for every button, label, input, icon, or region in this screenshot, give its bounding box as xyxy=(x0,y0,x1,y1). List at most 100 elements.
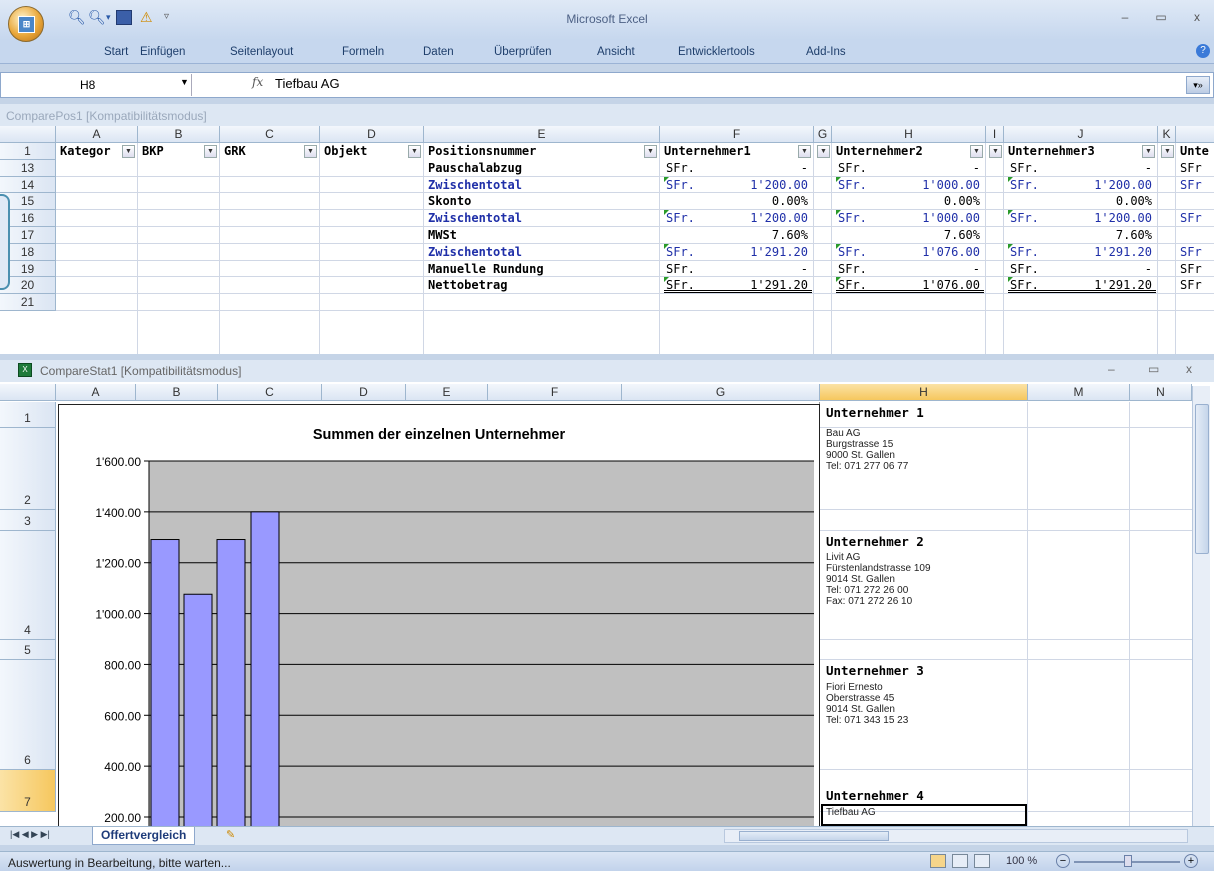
contractor-heading[interactable]: Unternehmer 3 xyxy=(826,663,924,678)
zoom-in-button[interactable]: + xyxy=(1184,854,1198,868)
currency-cell-k[interactable]: SFr xyxy=(1180,211,1202,225)
amount-cell[interactable]: - xyxy=(694,262,808,276)
amount-cell[interactable]: 1'291.20 xyxy=(1038,245,1152,259)
column-header-C[interactable]: C xyxy=(218,384,322,401)
column-header-A[interactable]: A xyxy=(56,384,136,401)
column-header-E[interactable]: E xyxy=(424,126,660,143)
amount-cell[interactable]: 1'076.00 xyxy=(866,245,980,259)
vertical-scrollbar[interactable] xyxy=(1192,386,1210,826)
row-header-1[interactable]: 1 xyxy=(0,143,56,160)
filter-dropdown-icon[interactable]: ▼ xyxy=(1142,145,1155,158)
filter-dropdown-icon[interactable]: ▼ xyxy=(1161,145,1174,158)
column-header-H[interactable]: H xyxy=(820,384,1028,401)
fx-icon[interactable]: fx xyxy=(252,75,263,89)
amount-cell[interactable]: 1'200.00 xyxy=(694,211,808,225)
page-break-icon[interactable] xyxy=(974,854,990,868)
corner-cell[interactable] xyxy=(0,384,56,401)
name-box-dropdown-icon[interactable]: ▼ xyxy=(180,77,189,87)
column-header-B[interactable]: B xyxy=(136,384,218,401)
tab-formeln[interactable]: Formeln xyxy=(342,46,384,58)
column-header-E[interactable]: E xyxy=(406,384,488,401)
filter-dropdown-icon[interactable]: ▼ xyxy=(122,145,135,158)
currency-cell-k[interactable]: SFr xyxy=(1180,278,1202,292)
address-line[interactable]: Tel: 071 277 06 77 xyxy=(826,461,908,473)
row-header[interactable]: 2 xyxy=(0,428,56,510)
currency-cell-k[interactable]: SFr xyxy=(1180,262,1202,276)
column-header-G[interactable]: G xyxy=(814,126,832,143)
column-header-D[interactable]: D xyxy=(320,126,424,143)
amount-cell[interactable]: 1'200.00 xyxy=(1038,178,1152,192)
formula-input[interactable]: Tiefbau AG xyxy=(275,76,340,91)
position-label[interactable]: Zwischentotal xyxy=(428,211,522,225)
amount-cell[interactable]: - xyxy=(866,262,980,276)
tab-ueberpruefen[interactable]: Überprüfen xyxy=(494,46,552,58)
currency-cell[interactable]: SFr. xyxy=(1010,245,1039,259)
position-label[interactable]: Nettobetrag xyxy=(428,278,507,292)
office-button[interactable]: ⊞ xyxy=(8,6,44,42)
h-scrollbar-thumb[interactable] xyxy=(739,831,889,841)
currency-cell[interactable]: SFr. xyxy=(666,262,695,276)
amount-cell[interactable]: - xyxy=(1038,262,1152,276)
insert-sheet-icon[interactable]: ✎ xyxy=(226,828,235,841)
filter-dropdown-icon[interactable]: ▼ xyxy=(989,145,1002,158)
tab-add-ins[interactable]: Add-Ins xyxy=(806,46,846,58)
currency-cell[interactable]: SFr. xyxy=(1010,178,1039,192)
amount-cell[interactable]: 1'200.00 xyxy=(694,178,808,192)
position-label[interactable]: Manuelle Rundung xyxy=(428,262,544,276)
name-box[interactable]: H8 xyxy=(2,74,192,96)
zoom-slider-thumb[interactable] xyxy=(1124,855,1132,867)
amount-cell[interactable]: 1'200.00 xyxy=(1038,211,1152,225)
tab-daten[interactable]: Daten xyxy=(423,46,454,58)
horizontal-scrollbar[interactable] xyxy=(724,829,1188,843)
zoom-out-button[interactable]: − xyxy=(1056,854,1070,868)
column-header-C[interactable]: C xyxy=(220,126,320,143)
column-header-H[interactable]: H xyxy=(832,126,986,143)
amount-cell[interactable]: 0.00% xyxy=(866,194,980,208)
amount-cell[interactable]: 7.60% xyxy=(1038,228,1152,242)
column-header-K[interactable]: K xyxy=(1158,126,1176,143)
header-cell-l[interactable]: Unte xyxy=(1180,144,1214,158)
currency-cell-k[interactable]: SFr xyxy=(1180,245,1202,259)
amount-cell[interactable]: 7.60% xyxy=(866,228,980,242)
currency-cell[interactable]: SFr. xyxy=(838,161,867,175)
sheet-tab-offertvergleich[interactable]: Offertvergleich xyxy=(92,827,196,845)
window2-close-icon[interactable]: x xyxy=(1186,362,1192,376)
amount-cell[interactable]: 1'000.00 xyxy=(866,211,980,225)
currency-cell[interactable]: SFr. xyxy=(838,262,867,276)
address-line[interactable]: Tel: 071 343 15 23 xyxy=(826,715,908,727)
contractor-heading[interactable]: Unternehmer 4 xyxy=(826,788,924,803)
help-icon[interactable]: ? xyxy=(1196,44,1210,58)
filter-dropdown-icon[interactable]: ▼ xyxy=(817,145,830,158)
header-cell-j[interactable]: Unternehmer3 xyxy=(1008,144,1156,158)
expand-formula-icon[interactable]: ▾» xyxy=(1186,76,1210,94)
position-label[interactable]: Zwischentotal xyxy=(428,178,522,192)
row-header[interactable]: 6 xyxy=(0,660,56,770)
row-header[interactable]: 14 xyxy=(0,176,56,194)
position-label[interactable]: Pauschalabzug xyxy=(428,161,522,175)
amount-cell[interactable]: - xyxy=(694,161,808,175)
currency-cell[interactable]: SFr. xyxy=(666,245,695,259)
corner-cell[interactable] xyxy=(0,126,56,143)
position-label[interactable]: Skonto xyxy=(428,194,471,208)
row-header[interactable]: 7 xyxy=(0,770,56,812)
chart[interactable]: Summen der einzelnen Unternehmer 1'600.00… xyxy=(58,404,820,837)
filter-dropdown-icon[interactable]: ▼ xyxy=(644,145,657,158)
tab-entwicklertools[interactable]: Entwicklertools xyxy=(678,46,755,58)
currency-cell[interactable]: SFr. xyxy=(1010,161,1039,175)
contractor-heading[interactable]: Unternehmer 2 xyxy=(826,534,924,549)
currency-cell[interactable]: SFr. xyxy=(666,211,695,225)
column-header-G[interactable]: G xyxy=(622,384,820,401)
window2-restore-icon[interactable]: ▭ xyxy=(1148,362,1159,376)
column-header-J[interactable]: J xyxy=(1004,126,1158,143)
selected-cell-h8[interactable] xyxy=(821,804,1027,826)
tab-ansicht[interactable]: Ansicht xyxy=(597,46,635,58)
row-header[interactable]: 3 xyxy=(0,510,56,531)
tab-start[interactable]: Start xyxy=(104,46,128,58)
column-header-A[interactable]: A xyxy=(56,126,138,143)
position-label[interactable]: MWSt xyxy=(428,228,457,242)
normal-view-icon[interactable] xyxy=(930,854,946,868)
currency-cell[interactable]: SFr. xyxy=(838,178,867,192)
currency-cell[interactable]: SFr. xyxy=(1010,211,1039,225)
column-header-N[interactable]: N xyxy=(1130,384,1192,401)
restore-icon[interactable]: ▭ xyxy=(1150,10,1172,24)
